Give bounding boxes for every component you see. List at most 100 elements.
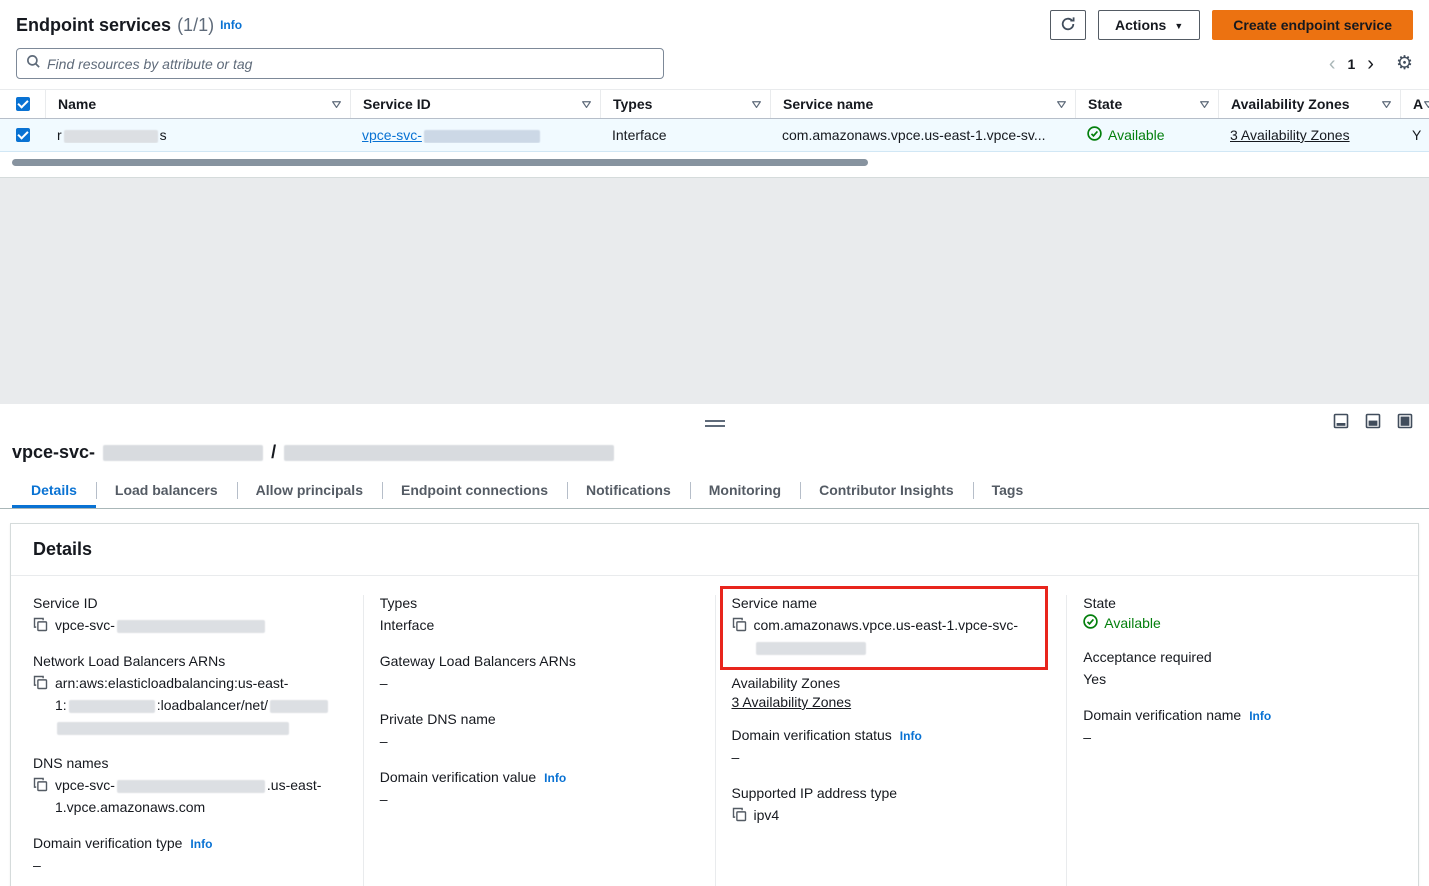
column-header-service-id[interactable]: Service ID: [350, 90, 600, 118]
column-header-types[interactable]: Types: [600, 90, 770, 118]
value-text: –: [33, 857, 41, 873]
tab-contributor-insights[interactable]: Contributor Insights: [800, 473, 973, 508]
field-label: Availability Zones: [732, 675, 1053, 691]
layout-full-panel-icon[interactable]: [1397, 413, 1413, 429]
tab-endpoint-connections[interactable]: Endpoint connections: [382, 473, 567, 508]
field-label: Domain verification nameInfo: [1083, 707, 1404, 723]
search-input[interactable]: [47, 56, 663, 72]
value-line: –: [33, 854, 41, 876]
value-lines: –: [33, 854, 41, 876]
details-column-2: TypesInterface Gateway Load Balancers ARN…: [363, 595, 715, 886]
details-column-4: StateAvailable Acceptance required Yes Doma…: [1066, 595, 1418, 886]
column-header-a[interactable]: A: [1400, 90, 1429, 118]
tab-monitoring[interactable]: Monitoring: [690, 473, 800, 508]
value-line: –: [380, 788, 388, 810]
copy-icon[interactable]: [33, 617, 48, 632]
detail-field-service-name: Service namecom.amazonaws.vpce.us-east-1…: [732, 595, 1053, 658]
create-endpoint-service-button[interactable]: Create endpoint service: [1212, 10, 1413, 40]
field-label: Domain verification typeInfo: [33, 835, 349, 851]
detail-field-network-load-balancers-arns: Network Load Balancers ARNs arn:aws:elast…: [33, 653, 349, 738]
tab-load-balancers[interactable]: Load balancers: [96, 473, 237, 508]
value-line: –: [380, 730, 388, 752]
availability-zones-link[interactable]: 3 Availability Zones: [732, 694, 852, 710]
info-link[interactable]: Info: [220, 18, 242, 32]
detail-field-domain-verification-status: Domain verification statusInfo–: [732, 727, 1053, 768]
field-value: Yes: [1083, 668, 1404, 690]
column-header-state[interactable]: State: [1075, 90, 1218, 118]
redacted-text: [424, 130, 540, 143]
field-label-text: Acceptance required: [1083, 649, 1211, 665]
info-link[interactable]: Info: [190, 837, 212, 851]
current-page[interactable]: 1: [1347, 56, 1355, 72]
previous-page-icon[interactable]: ‹: [1329, 54, 1336, 74]
detail-field-gateway-load-balancers-arns: Gateway Load Balancers ARNs –: [380, 653, 701, 694]
scrollbar-thumb[interactable]: [12, 159, 868, 166]
availability-zones-link[interactable]: 3 Availability Zones: [1230, 127, 1350, 143]
filter-icon[interactable]: [1199, 99, 1210, 110]
refresh-button[interactable]: [1050, 10, 1086, 40]
filter-icon[interactable]: [751, 99, 762, 110]
value-lines: Yes: [1083, 668, 1106, 690]
value-text: –: [380, 675, 388, 691]
value-lines: –: [380, 672, 388, 694]
redacted-text: [117, 780, 265, 793]
panel-title: vpce-svc- /: [0, 442, 1429, 473]
column-header-service-name[interactable]: Service name: [770, 90, 1075, 118]
status-available: Available: [1087, 126, 1165, 144]
layout-bottom-panel-icon[interactable]: [1333, 413, 1349, 429]
copy-icon[interactable]: [33, 777, 48, 792]
field-value: –: [1083, 726, 1404, 748]
field-label: Gateway Load Balancers ARNs: [380, 653, 701, 669]
filter-icon[interactable]: [1056, 99, 1067, 110]
cell-acceptance: Y: [1400, 127, 1429, 143]
value-text: vpce-svc-: [55, 617, 115, 633]
column-header-name[interactable]: Name: [45, 90, 350, 118]
copy-icon[interactable]: [33, 675, 48, 690]
info-link[interactable]: Info: [1249, 709, 1271, 723]
tab-tags[interactable]: Tags: [973, 473, 1043, 508]
filter-icon[interactable]: [1423, 99, 1429, 110]
value-line: ipv4: [754, 804, 780, 826]
filter-icon[interactable]: [581, 99, 592, 110]
info-link[interactable]: Info: [544, 771, 566, 785]
redacted-text: [103, 445, 263, 461]
service-id-link[interactable]: vpce-svc-: [362, 127, 542, 143]
service-id-prefix: vpce-svc-: [362, 127, 422, 143]
field-label: Service ID: [33, 595, 349, 611]
details-column-1: Service ID vpce-svc- Network Load Balancer…: [11, 595, 363, 886]
resource-count: (1/1): [177, 15, 214, 36]
column-header-label: A: [1413, 96, 1423, 112]
column-header-label: Service name: [783, 96, 873, 112]
row-checkbox[interactable]: [16, 128, 30, 142]
field-label: Acceptance required: [1083, 649, 1404, 665]
copy-icon[interactable]: [732, 617, 747, 632]
field-value: arn:aws:elasticloadbalancing:us-east-1::…: [33, 672, 349, 738]
copy-icon[interactable]: [732, 807, 747, 822]
info-link[interactable]: Info: [900, 729, 922, 743]
value-lines: –: [380, 788, 388, 810]
split-drag-handle[interactable]: [705, 420, 725, 427]
filter-icon[interactable]: [331, 99, 342, 110]
value-lines: com.amazonaws.vpce.us-east-1.vpce-svc-: [754, 614, 1019, 658]
layout-split-panel-icon[interactable]: [1365, 413, 1381, 429]
next-page-icon[interactable]: ›: [1367, 54, 1374, 74]
redacted-text: [756, 642, 866, 655]
field-value: Interface: [380, 614, 701, 636]
select-all-checkbox[interactable]: [16, 97, 30, 111]
settings-gear-icon[interactable]: ⚙: [1396, 52, 1413, 75]
actions-button[interactable]: Actions ▼: [1098, 10, 1200, 40]
table-row[interactable]: rs vpce-svc- Interface com.amazonaws.vpc…: [0, 119, 1429, 152]
field-label-text: Network Load Balancers ARNs: [33, 653, 225, 669]
table-header-row: NameService IDTypes Service name StateAvai…: [0, 89, 1429, 119]
filter-icon[interactable]: [1381, 99, 1392, 110]
tab-notifications[interactable]: Notifications: [567, 473, 690, 508]
detail-field-state: StateAvailable: [1083, 595, 1404, 632]
tab-allow-principals[interactable]: Allow principals: [237, 473, 382, 508]
search-box: [16, 48, 664, 79]
tab-details[interactable]: Details: [12, 473, 96, 508]
column-header-availability-zones[interactable]: Availability Zones: [1218, 90, 1400, 118]
detail-field-types: TypesInterface: [380, 595, 701, 636]
detail-field-service-id: Service ID vpce-svc-: [33, 595, 349, 636]
value-lines: ipv4: [754, 804, 780, 826]
panel-layout-buttons: [1333, 413, 1413, 429]
